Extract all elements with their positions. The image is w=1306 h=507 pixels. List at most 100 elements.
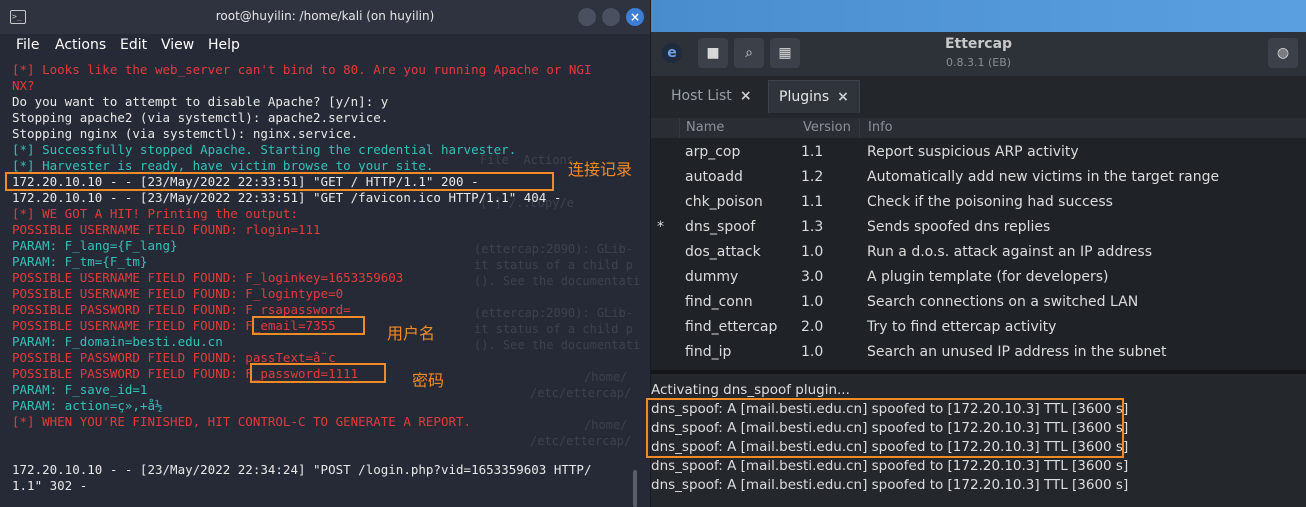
terminal-title: root@huyilin: /home/kali (on huyilin)	[215, 9, 435, 23]
ettercap-title: Ettercap	[944, 36, 1013, 52]
terminal-line: NX?	[12, 78, 35, 93]
terminal-line: 1.1" 302 -	[12, 478, 88, 493]
plugin-info: Search an unused IP address in the subne…	[867, 344, 1167, 360]
plugin-row[interactable]: chk_poison 1.1 Check if the poisoning had …	[651, 190, 1306, 215]
terminal-titlebar: >_ root@huyilin: /home/kali (on huyilin)…	[0, 0, 650, 34]
ghost-text: (ettercap:2090): GLib-	[474, 306, 633, 320]
terminal-line: Stopping apache2 (via systemctl): apache…	[12, 110, 389, 125]
menu-edit[interactable]: Edit	[120, 37, 147, 53]
plugin-name: find_conn	[685, 294, 753, 310]
plugin-name: chk_poison	[685, 194, 763, 210]
tab-plugins[interactable]: Plugins ×	[768, 80, 860, 113]
plugin-row[interactable]: find_ip 1.0 Search an unused IP address in…	[651, 340, 1306, 365]
plugin-info: Report suspicious ARP activity	[867, 144, 1079, 160]
column-header-version[interactable]: Version	[797, 118, 860, 138]
menu-help[interactable]: Help	[208, 37, 240, 53]
plugin-name: dns_spoof	[685, 219, 756, 235]
close-icon[interactable]: ×	[740, 88, 752, 104]
terminal-line: Stopping nginx (via systemctl): nginx.se…	[12, 126, 359, 141]
close-button[interactable]: ×	[626, 8, 644, 26]
plugin-version: 1.1	[801, 144, 824, 160]
ghost-text: /etc/ettercap/	[530, 434, 632, 448]
menu-file[interactable]: File	[16, 37, 39, 53]
terminal-line: POSSIBLE USERNAME FIELD FOUND: rlogin=11…	[12, 222, 321, 237]
annotation-box-dns-spoof	[646, 398, 1124, 458]
terminal-line: 172.20.10.10 - - [23/May/2022 22:33:51] …	[12, 190, 562, 205]
plugin-info: Automatically add new victims in the tar…	[867, 169, 1220, 185]
ettercap-tabs: Host List × Plugins ×	[651, 76, 1306, 118]
terminal-menubar: File Actions Edit View Help	[0, 34, 650, 58]
plugin-row[interactable]: * dns_spoof 1.3 Sends spoofed dns replies	[651, 215, 1306, 240]
maximize-button[interactable]	[602, 8, 620, 26]
ghost-text: /etc/ettercap/	[530, 386, 632, 400]
plugin-row[interactable]: find_ettercap 2.0 Try to find ettercap act…	[651, 315, 1306, 340]
column-header-active	[651, 118, 680, 138]
globe-icon[interactable]: ◍	[1268, 38, 1298, 68]
tab-label: Plugins	[779, 89, 830, 105]
minimize-button[interactable]	[578, 8, 596, 26]
terminal-scrollbar[interactable]	[633, 470, 637, 507]
terminal-line: PARAM: F_lang={F_lang}	[12, 238, 178, 253]
plugin-name: dummy	[685, 269, 739, 285]
ghost-text: (). See the documentati	[474, 274, 641, 288]
plugin-name: find_ettercap	[685, 319, 778, 335]
plugin-name: find_ip	[685, 344, 732, 360]
ettercap-header: e ■ ⌕ ▦ Ettercap 0.8.3.1 (EB) ◍	[651, 32, 1306, 76]
plugin-name: autoadd	[685, 169, 743, 185]
column-header-name[interactable]: Name	[680, 118, 803, 138]
close-icon[interactable]: ×	[837, 89, 849, 105]
log-line: dns_spoof: A [mail.besti.edu.cn] spoofed…	[651, 458, 1129, 474]
ghost-text: it status of a child p	[474, 258, 633, 272]
ghost-text: (). See the documentati	[474, 338, 641, 352]
plugin-info: Search connections on a switched LAN	[867, 294, 1139, 310]
terminal-line: [*] Looks like the web_server can't bind…	[12, 62, 592, 77]
plugins-table: Name Version Info arp_cop 1.1 Report suspi…	[651, 118, 1306, 370]
plugin-active-mark: *	[657, 219, 664, 235]
plugin-row[interactable]: arp_cop 1.1 Report suspicious ARP activity	[651, 140, 1306, 165]
terminal-line: [*] Successfully stopped Apache. Startin…	[12, 142, 517, 157]
plugin-name: dos_attack	[685, 244, 761, 260]
terminal-line: POSSIBLE USERNAME FIELD FOUND: F_loginty…	[12, 286, 344, 301]
plugin-name: arp_cop	[685, 144, 741, 160]
terminal-line: 172.20.10.10 - - [23/May/2022 22:34:24] …	[12, 462, 592, 477]
plugin-info: Check if the poisoning had success	[867, 194, 1113, 210]
ghost-text: it status of a child p	[474, 322, 633, 336]
annotation-password: 密码	[412, 371, 445, 390]
plugin-row[interactable]: dummy 3.0 A plugin template (for developer…	[651, 265, 1306, 290]
tab-label: Host List	[671, 88, 732, 104]
plugin-version: 1.0	[801, 294, 824, 310]
ghost-text: (ettercap:2090): GLib-	[474, 242, 633, 256]
tab-host-list[interactable]: Host List ×	[661, 80, 762, 112]
plugin-info: Sends spoofed dns replies	[867, 219, 1051, 235]
terminal-line: PARAM: F_save_id=1	[12, 382, 148, 397]
plugin-row[interactable]: dos_attack 1.0 Run a d.o.s. attack against…	[651, 240, 1306, 265]
terminal-line: Do you want to attempt to disable Apache…	[12, 94, 389, 109]
menu-view[interactable]: View	[161, 37, 194, 53]
plugin-row[interactable]: autoadd 1.2 Automatically add new victims …	[651, 165, 1306, 190]
annotation-box-password	[250, 363, 386, 383]
terminal-line: [*] WHEN YOU'RE FINISHED, HIT CONTROL-C …	[12, 414, 472, 429]
plugin-version: 2.0	[801, 319, 824, 335]
plugin-version: 1.3	[801, 219, 824, 235]
terminal-line: PARAM: F_tm={F_tm}	[12, 254, 148, 269]
terminal-window: >_ root@huyilin: /home/kali (on huyilin)…	[0, 0, 651, 507]
terminal-line: PARAM: action=ç»‚+å½	[12, 398, 163, 413]
pane-separator[interactable]	[651, 370, 1306, 374]
ettercap-version: 0.8.3.1 (EB)	[945, 56, 1012, 69]
plugin-info: A plugin template (for developers)	[867, 269, 1109, 285]
plugin-version: 3.0	[801, 269, 824, 285]
annotation-box-username	[252, 316, 365, 335]
plugin-version: 1.1	[801, 194, 824, 210]
menu-actions[interactable]: Actions	[55, 37, 106, 53]
terminal-line: PARAM: F_domain=besti.edu.cn	[12, 334, 223, 349]
plugin-version: 1.0	[801, 244, 824, 260]
plugin-row[interactable]: find_conn 1.0 Search connections on a swit…	[651, 290, 1306, 315]
plugin-version: 1.2	[801, 169, 824, 185]
column-header-info[interactable]: Info	[860, 118, 1306, 138]
annotation-connection-log: 连接记录	[568, 160, 633, 179]
log-line: dns_spoof: A [mail.besti.edu.cn] spoofed…	[651, 477, 1129, 493]
terminal-line: POSSIBLE USERNAME FIELD FOUND: F_loginke…	[12, 270, 404, 285]
plugin-version: 1.0	[801, 344, 824, 360]
plugin-info: Try to find ettercap activity	[867, 319, 1057, 335]
ghost-text: /home/	[584, 370, 628, 384]
